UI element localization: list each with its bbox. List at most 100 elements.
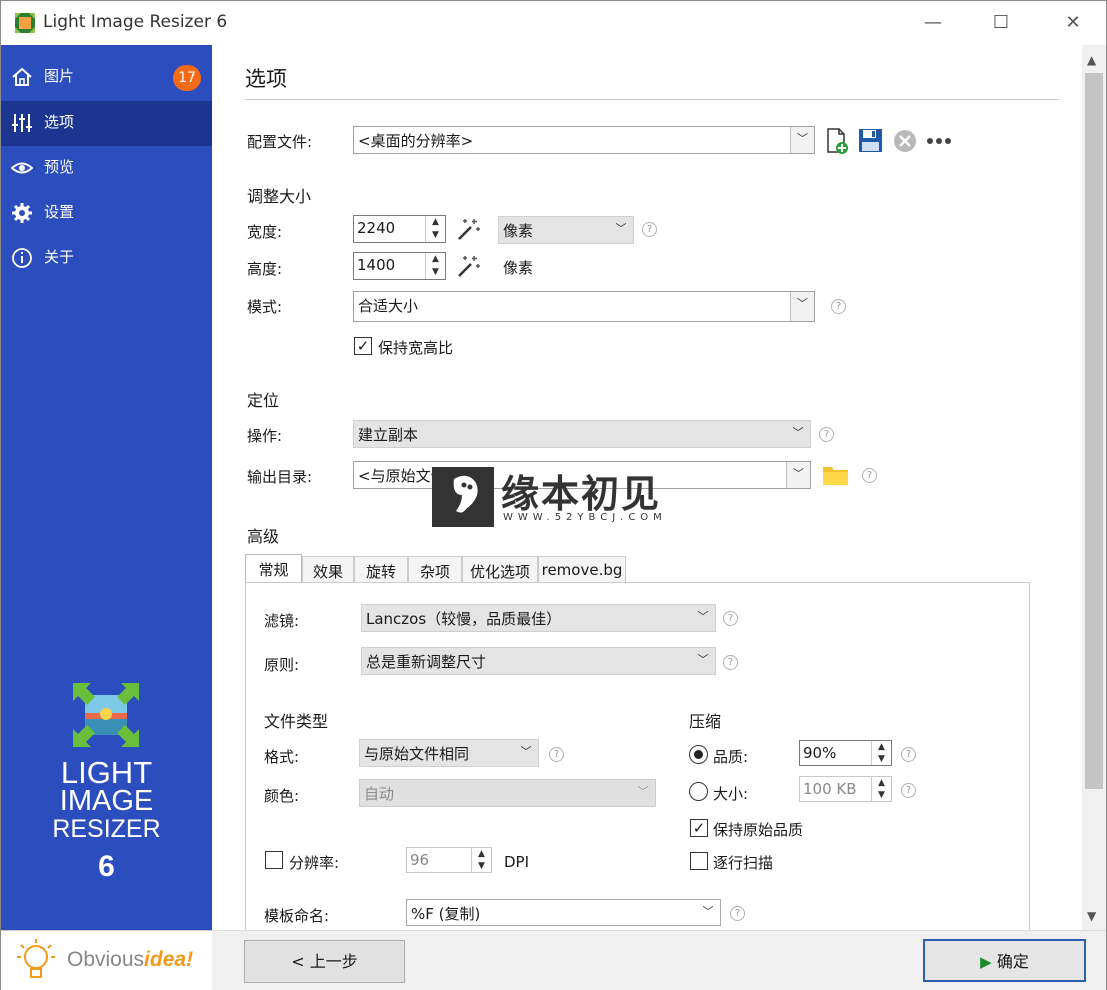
keep-ratio-checkbox[interactable]: ✓ [354,337,372,355]
height-value: 1400 [357,256,396,274]
help-icon[interactable]: ? [723,611,738,626]
progressive-checkbox[interactable] [690,852,708,870]
decrement-icon[interactable]: ▼ [426,266,445,279]
decrement-icon[interactable]: ▼ [426,229,445,242]
decrement-icon[interactable]: ▼ [872,753,891,765]
scroll-up-icon[interactable]: ▲ [1087,53,1096,67]
mode-label: 模式: [247,298,283,316]
save-profile-icon[interactable] [858,128,883,153]
color-select[interactable]: 自动 ﹀ [359,779,656,807]
size-value: 100 KB [803,780,857,798]
rule-select[interactable]: 总是重新调整尺寸 ﹀ [361,647,716,675]
more-options-icon[interactable] [926,137,952,145]
sidebar-item-preview[interactable]: 预览 [1,146,212,191]
app-logo-icon [15,13,35,33]
close-button[interactable]: ✕ [1053,9,1093,37]
increment-icon[interactable]: ▲ [426,253,445,266]
watermark-text: 缘本初见 [501,472,662,516]
image-count-badge: 17 [173,65,201,91]
naming-select[interactable]: %F (复制) ﹀ [406,899,721,926]
size-stepper[interactable]: 100 KB ▲ ▼ [799,776,892,802]
help-icon[interactable]: ? [549,747,564,762]
sidebar-item-images[interactable]: 图片 17 [1,55,212,100]
format-label: 格式: [264,748,300,766]
sliders-icon [12,114,32,132]
lightbulb-icon [17,939,55,978]
sidebar-item-about[interactable]: 关于 [1,236,212,281]
magic-wand-icon[interactable] [456,254,481,279]
width-stepper[interactable]: 2240 ▲ ▼ [353,215,446,243]
sidebar-item-options[interactable]: 选项 [1,101,212,146]
brand-footer: Obviousidea! [1,930,212,990]
window-title: Light Image Resizer 6 [43,12,228,32]
help-icon[interactable]: ? [862,468,877,483]
quality-radio[interactable] [689,745,708,764]
page-title: 选项 [245,67,287,91]
help-icon[interactable]: ? [723,655,738,670]
folder-icon[interactable] [822,464,849,486]
quality-label: 品质: [713,748,749,766]
color-value: 自动 [364,785,395,803]
decrement-icon[interactable]: ▼ [872,789,891,801]
new-profile-icon[interactable] [825,128,849,154]
tab-optimize[interactable]: 优化选项 [462,556,538,583]
ok-button[interactable]: ▶ 确定 [923,939,1086,982]
help-icon[interactable]: ? [831,299,846,314]
increment-icon[interactable]: ▲ [472,848,491,860]
sidebar-item-label: 设置 [44,203,75,221]
chevron-down-icon: ﹀ [790,127,814,153]
sidebar-item-label: 预览 [44,158,75,176]
increment-icon[interactable]: ▲ [872,777,891,789]
action-select[interactable]: 建立副本 ﹀ [353,420,811,448]
keep-quality-checkbox[interactable]: ✓ [690,819,708,837]
size-radio[interactable] [689,782,708,801]
tab-general[interactable]: 常规 [245,554,302,583]
minimize-button[interactable]: — [913,9,953,37]
help-icon[interactable]: ? [730,906,745,921]
increment-icon[interactable]: ▲ [426,216,445,229]
action-value: 建立副本 [358,426,419,444]
help-icon[interactable]: ? [901,783,916,798]
tab-effects[interactable]: 效果 [302,556,354,583]
sidebar-item-label: 图片 [44,67,75,85]
sidebar-item-label: 选项 [44,113,75,131]
chevron-down-icon: ﹀ [697,610,709,623]
increment-icon[interactable]: ▲ [872,741,891,753]
height-unit: 像素 [503,259,534,277]
watermark-url: WWW.52YBCJ.COM [503,512,667,523]
progressive-label: 逐行扫描 [713,854,774,872]
resolution-checkbox[interactable] [265,851,283,869]
help-icon[interactable]: ? [901,747,916,762]
profile-select[interactable]: <桌面的分辨率> ﹀ [353,126,815,154]
delete-profile-icon[interactable] [893,129,917,153]
resolution-unit: DPI [504,853,530,871]
scrollbar-thumb[interactable] [1085,73,1103,789]
help-icon[interactable]: ? [819,427,834,442]
resolution-stepper[interactable]: 96 ▲ ▼ [406,847,492,873]
product-logo-text: LIGHT IMAGE RESIZER 6 [52,755,161,883]
decrement-icon[interactable]: ▼ [472,860,491,872]
filter-select[interactable]: Lanczos（较慢，品质最佳） ﹀ [361,604,716,632]
height-stepper[interactable]: 1400 ▲ ▼ [353,252,446,280]
keep-ratio-label: 保持宽高比 [378,339,454,357]
magic-wand-icon[interactable] [456,217,481,242]
back-button[interactable]: < 上一步 [244,940,405,983]
tab-remove-bg[interactable]: remove.bg [538,556,626,583]
maximize-button[interactable]: ☐ [981,9,1021,37]
help-icon[interactable]: ? [642,222,657,237]
format-select[interactable]: 与原始文件相同 ﹀ [359,739,539,767]
quality-stepper[interactable]: 90% ▲ ▼ [799,740,892,766]
tab-misc[interactable]: 杂项 [408,556,462,583]
sidebar-item-label: 关于 [44,248,75,266]
brand-name: Obviousidea! [67,948,194,971]
sidebar-item-settings[interactable]: 设置 [1,191,212,236]
naming-value: %F (复制) [411,905,481,923]
chevron-down-icon: ﹀ [790,292,814,321]
naming-label: 模板命名: [264,907,330,925]
eye-icon [11,162,33,174]
tab-rotate[interactable]: 旋转 [354,556,408,583]
width-unit-select[interactable]: 像素 ﹀ [498,216,634,244]
mode-select[interactable]: 合适大小 ﹀ [353,291,815,322]
scroll-down-icon[interactable]: ▼ [1087,909,1096,923]
filter-value: Lanczos（较慢，品质最佳） [366,610,562,628]
